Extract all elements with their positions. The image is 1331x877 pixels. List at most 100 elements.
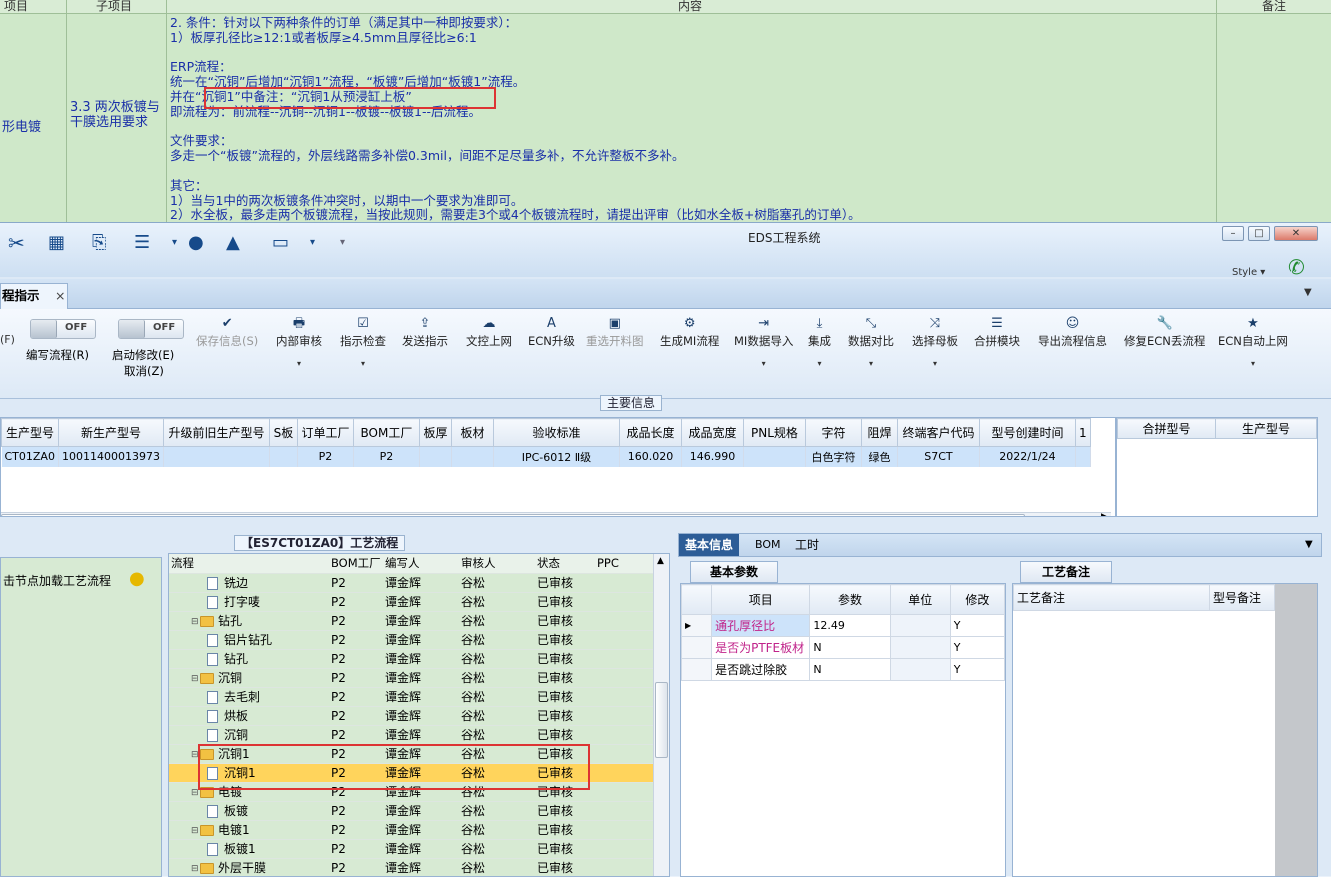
column-header[interactable]: 板材 xyxy=(450,418,494,447)
params-row[interactable]: ▶ 通孔厚径比 12.49 Y xyxy=(680,614,1006,637)
collapse-toggle-icon[interactable]: ⊟ xyxy=(191,674,200,684)
user-icon[interactable]: ● xyxy=(188,231,204,255)
column-header[interactable]: 升级前旧生产型号 xyxy=(162,418,270,447)
customize-toolbar-icon[interactable]: ▾ xyxy=(340,231,345,255)
params-column-header[interactable]: 项目 xyxy=(711,584,811,615)
ribbon-button[interactable]: ⤡ 数据对比 ▾ xyxy=(848,315,894,368)
column-header[interactable]: 成品长度 xyxy=(618,418,682,447)
ribbon-button[interactable]: 🖶 内部审核 ▾ xyxy=(276,315,322,368)
monitor-icon[interactable]: ▭ xyxy=(272,231,289,255)
flow-row[interactable]: 去毛刺 P2 谭金辉 谷松 已审核 xyxy=(169,687,653,707)
copy-icon[interactable]: ⎘ xyxy=(92,231,106,255)
dropdown-arrow-icon[interactable]: ▾ xyxy=(1218,359,1288,368)
params-value[interactable]: N xyxy=(809,658,891,681)
tab-menu-arrow-icon[interactable]: ▼ xyxy=(1304,287,1312,298)
ribbon-button[interactable]: ★ ECN自动上网 ▾ xyxy=(1218,315,1288,368)
tab-basic-params[interactable]: 基本参数 xyxy=(690,561,778,583)
column-header[interactable]: 生产型号 xyxy=(1,418,59,447)
flow-row[interactable]: 铣边 P2 谭金辉 谷松 已审核 xyxy=(169,573,653,593)
tab-bom[interactable]: BOM xyxy=(749,534,787,556)
flow-row[interactable]: 板镀 P2 谭金辉 谷松 已审核 xyxy=(169,801,653,821)
flow-column-header[interactable]: 审核人 xyxy=(459,554,535,574)
tab-close-icon[interactable]: × xyxy=(55,284,65,308)
collapse-toggle-icon[interactable]: ⊟ xyxy=(191,750,200,760)
dropdown-arrow-icon[interactable]: ▾ xyxy=(808,359,831,368)
cancel-button[interactable]: 取消(Z) xyxy=(124,363,164,379)
flow-row[interactable]: 打字唛 P2 谭金辉 谷松 已审核 xyxy=(169,592,653,612)
minimize-button[interactable]: – xyxy=(1222,226,1244,241)
flow-row[interactable]: 沉铜1 P2 谭金辉 谷松 已审核 xyxy=(169,763,653,783)
dropdown-arrow-icon[interactable]: ▾ xyxy=(734,359,793,368)
flow-column-header[interactable]: PPC xyxy=(595,554,653,574)
flow-row[interactable]: 铝片钻孔 P2 谭金辉 谷松 已审核 xyxy=(169,630,653,650)
column-header[interactable]: S板 xyxy=(268,418,298,447)
ribbon-button[interactable]: ☁ 文控上网 xyxy=(466,315,512,349)
flow-row[interactable]: 沉铜 P2 谭金辉 谷松 已审核 xyxy=(169,725,653,745)
area-chart-icon[interactable]: ▲ xyxy=(226,231,240,255)
list-icon[interactable]: ☰ xyxy=(134,231,150,255)
ribbon-button[interactable]: 🔧 修复ECN丢流程 xyxy=(1124,315,1205,349)
column-header[interactable]: 成品宽度 xyxy=(680,418,744,447)
params-value[interactable]: 12.49 xyxy=(809,614,891,637)
ribbon-button[interactable]: ⤨ 选择母板 ▾ xyxy=(912,315,958,368)
dropdown-arrow-icon[interactable]: ▾ xyxy=(276,359,322,368)
horizontal-scrollbar[interactable]: ▶ xyxy=(1,512,1111,516)
edit-flow-toggle[interactable]: OFF xyxy=(30,319,96,339)
params-row[interactable]: 是否跳过除胶 N Y xyxy=(680,658,1006,681)
ribbon-button[interactable]: A ECN升级 xyxy=(528,315,575,349)
column-header[interactable]: 1 xyxy=(1074,418,1091,447)
flow-scrollbar[interactable]: ▲ xyxy=(653,554,669,876)
flow-row[interactable]: ⊟ 沉铜1 P2 谭金辉 谷松 已审核 xyxy=(169,744,653,764)
dropdown-arrow-icon[interactable]: ▾ xyxy=(310,231,315,255)
flow-column-header[interactable]: 流程 xyxy=(169,554,329,574)
ribbon-button[interactable]: ⚙ 生成MI流程 xyxy=(660,315,719,349)
ribbon-button[interactable]: ▣ 重选开料图 xyxy=(586,315,644,349)
collapse-toggle-icon[interactable]: ⊟ xyxy=(191,617,200,627)
flow-row[interactable]: 钻孔 P2 谭金辉 谷松 已审核 xyxy=(169,649,653,669)
scroll-right-icon[interactable]: ▶ xyxy=(1101,512,1108,516)
start-modify-toggle[interactable]: OFF xyxy=(118,319,184,339)
scroll-up-icon[interactable]: ▲ xyxy=(657,556,664,566)
phone-icon[interactable]: ✆ xyxy=(1288,255,1305,279)
params-row[interactable]: 是否为PTFE板材 N Y xyxy=(680,636,1006,659)
ribbon-button[interactable]: ⇥ MI数据导入 ▾ xyxy=(734,315,793,368)
dropdown-arrow-icon[interactable]: ▾ xyxy=(848,359,894,368)
ribbon-button[interactable]: ⇪ 发送指示 xyxy=(402,315,448,349)
scrollbar-thumb[interactable] xyxy=(1,514,1025,516)
ribbon-button[interactable]: ☑ 指示检查 ▾ xyxy=(340,315,386,368)
maximize-button[interactable]: □ xyxy=(1248,226,1270,241)
style-menu[interactable]: Style ▾ xyxy=(1232,267,1265,278)
collapse-toggle-icon[interactable]: ⊟ xyxy=(191,788,200,798)
main-info-row[interactable]: CT01ZA0 10011400013973 P2 P2 IPC-6012 Ⅱ级 160.… xyxy=(1,446,1091,467)
params-column-header[interactable]: 参数 xyxy=(809,584,891,615)
flow-row[interactable]: ⊟ 电镀1 P2 谭金辉 谷松 已审核 xyxy=(169,820,653,840)
flow-column-header[interactable]: 状态 xyxy=(535,554,595,574)
tab-process-remark[interactable]: 工艺备注 xyxy=(1020,561,1112,583)
params-column-header[interactable]: 单位 xyxy=(889,584,951,615)
flow-row[interactable]: 板镀1 P2 谭金辉 谷松 已审核 xyxy=(169,839,653,859)
flow-column-header[interactable]: BOM工厂 xyxy=(329,554,383,574)
column-header[interactable]: PNL规格 xyxy=(742,418,806,447)
collapse-toggle-icon[interactable]: ⊟ xyxy=(191,864,200,874)
close-button[interactable]: ✕ xyxy=(1274,226,1318,241)
flow-row[interactable]: 烘板 P2 谭金辉 谷松 已审核 xyxy=(169,706,653,726)
panel-menu-arrow-icon[interactable]: ▼ xyxy=(1305,539,1313,550)
flow-column-header[interactable]: 编写人 xyxy=(383,554,459,574)
ribbon-f-label[interactable]: (F) xyxy=(0,333,15,346)
column-header[interactable]: 终端客户代码 xyxy=(896,418,980,447)
column-header[interactable]: 型号创建时间 xyxy=(978,418,1076,447)
tab-basic-info[interactable]: 基本信息 xyxy=(679,534,740,556)
tab-process-instruction[interactable]: 程指示 × xyxy=(0,283,68,309)
column-header[interactable]: 阻焊 xyxy=(860,418,898,447)
column-header[interactable]: BOM工厂 xyxy=(352,418,420,447)
tab-work-hours[interactable]: 工时 xyxy=(789,534,825,556)
dropdown-arrow-icon[interactable]: ▾ xyxy=(340,359,386,368)
params-column-header[interactable]: 修改 xyxy=(949,584,1006,615)
film-icon[interactable]: ▦ xyxy=(48,231,65,255)
column-header[interactable]: 订单工厂 xyxy=(296,418,354,447)
dropdown-arrow-icon[interactable]: ▾ xyxy=(172,231,177,255)
collapse-toggle-icon[interactable]: ⊟ xyxy=(191,826,200,836)
scissors-icon[interactable]: ✂ xyxy=(8,231,25,255)
ribbon-button[interactable]: ☺ 导出流程信息 xyxy=(1038,315,1107,349)
flow-row[interactable]: ⊟ 电镀 P2 谭金辉 谷松 已审核 xyxy=(169,782,653,802)
